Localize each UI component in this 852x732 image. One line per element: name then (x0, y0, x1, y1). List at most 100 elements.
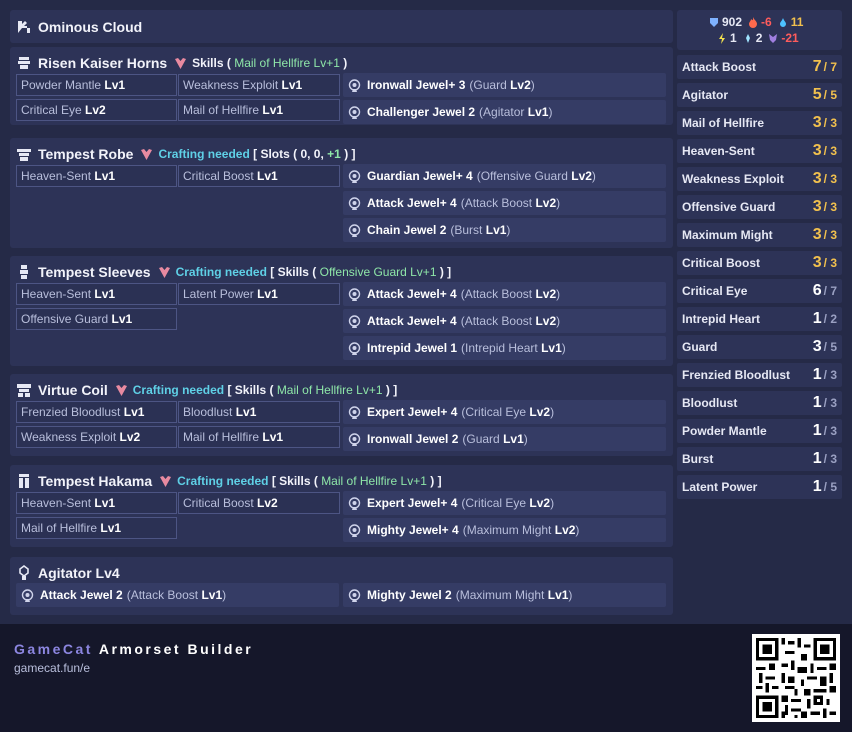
skill-box[interactable]: Critical Boost Lv1 (178, 165, 340, 187)
skill-level: Lv1 (94, 169, 116, 183)
skill-box[interactable]: Offensive Guard Lv1 (16, 308, 177, 330)
skill-total-row[interactable]: Critical Boost 3/ 3 (677, 251, 842, 275)
skill-total-name: Guard (682, 340, 718, 354)
skill-level-current: 1 (812, 394, 822, 411)
brand-title: GameCat Armorset Builder (14, 641, 253, 657)
decoration-slot[interactable]: Chain Jewel 2 (Burst Lv1) (343, 218, 666, 242)
skill-name: Weakness Exploit (183, 78, 279, 92)
skill-total-row[interactable]: Weakness Exploit 3/ 3 (677, 167, 842, 191)
skill-name: Critical Boost (183, 496, 254, 510)
skill-total-name: Latent Power (682, 480, 758, 494)
skill-total-level: 6/ 7 (813, 282, 837, 300)
skill-total-level: 3/ 5 (813, 338, 837, 356)
skill-box[interactable]: Mail of Hellfire Lv1 (16, 517, 177, 539)
skill-level-max: / 2 (823, 312, 837, 326)
jewel-slot-icon (347, 341, 362, 356)
skill-box[interactable]: Weakness Exploit Lv1 (178, 74, 340, 96)
skill-total-name: Maximum Might (682, 228, 773, 242)
skill-total-row[interactable]: Agitator 5/ 5 (677, 83, 842, 107)
skill-box[interactable]: Heaven-Sent Lv1 (16, 492, 177, 514)
skill-box[interactable]: Frenzied Bloodlust Lv1 (16, 401, 177, 423)
skill-level-current: 6 (812, 282, 822, 299)
decoration-slot[interactable]: Challenger Jewel 2 (Agitator Lv1) (343, 100, 666, 124)
brand-name: GameCat (14, 641, 93, 657)
jewel-level: Lv2 (535, 314, 557, 328)
skill-total-row[interactable]: Powder Mantle 1/ 3 (677, 419, 842, 443)
skill-total-row[interactable]: Offensive Guard 3/ 3 (677, 195, 842, 219)
skill-box[interactable]: Latent Power Lv1 (178, 283, 340, 305)
skill-total-row[interactable]: Bloodlust 1/ 3 (677, 391, 842, 415)
skill-box[interactable]: Weakness Exploit Lv2 (16, 426, 177, 448)
decoration-slot[interactable]: Attack Jewel+ 4 (Attack Boost Lv2) (343, 191, 666, 215)
skill-box[interactable]: Powder Mantle Lv1 (16, 74, 177, 96)
skill-box[interactable]: Heaven-Sent Lv1 (16, 283, 177, 305)
skill-name: Powder Mantle (21, 78, 102, 92)
meta-prefix: [ Slots ( 0, 0, (253, 147, 324, 161)
meta-suffix: ) ] (439, 265, 452, 279)
skill-level-max: / 3 (823, 172, 837, 186)
decoration-slot[interactable]: Intrepid Jewel 1 (Intrepid Heart Lv1) (343, 336, 666, 360)
skill-level: Lv1 (262, 103, 284, 117)
jewel-skill: Maximum Might (466, 523, 552, 537)
skill-level: Lv1 (111, 312, 133, 326)
skill-name: Offensive Guard (21, 312, 109, 326)
decoration-gem-icon (158, 266, 171, 279)
meta-skill: Mail of Hellfire Lv+1 (234, 56, 340, 70)
decoration-slot[interactable]: Expert Jewel+ 4 (Critical Eye Lv2) (343, 491, 666, 515)
skill-level: Lv1 (100, 521, 122, 535)
skill-total-row[interactable]: Heaven-Sent 3/ 3 (677, 139, 842, 163)
skill-level-max: / 5 (823, 88, 837, 102)
fire-value: -6 (761, 15, 772, 29)
ice-icon (743, 33, 753, 44)
skill-total-level: 3/ 3 (813, 254, 837, 272)
skill-total-row[interactable]: Intrepid Heart 1/ 2 (677, 307, 842, 331)
brand-url[interactable]: gamecat.fun/e (14, 661, 90, 675)
skill-level-current: 1 (812, 478, 822, 495)
armor-panel-chest: Tempest Robe Crafting needed [ Slots ( 0… (10, 138, 673, 248)
jewel-name: Ironwall Jewel+ 3 (367, 78, 466, 92)
decoration-slot[interactable]: Ironwall Jewel+ 3 (Guard Lv2) (343, 73, 666, 97)
skill-box[interactable]: Bloodlust Lv1 (178, 401, 340, 423)
skill-total-row[interactable]: Maximum Might 3/ 3 (677, 223, 842, 247)
skill-total-row[interactable]: Frenzied Bloodlust 1/ 3 (677, 363, 842, 387)
jewel-name: Attack Jewel+ 4 (367, 314, 457, 328)
decoration-slot[interactable]: Ironwall Jewel 2 (Guard Lv1) (343, 427, 666, 451)
skill-total-row[interactable]: Latent Power 1/ 5 (677, 475, 842, 499)
meta-suffix: ) ] (430, 474, 442, 488)
jewel-skill: Agitator (483, 105, 525, 119)
charm-icon (16, 565, 32, 581)
armor-name: Risen Kaiser Horns (38, 55, 168, 71)
jewel-skill: Critical Eye (465, 496, 527, 510)
skill-level-current: 1 (812, 310, 822, 327)
decoration-slot[interactable]: Mighty Jewel 2 (Maximum Might Lv1) (343, 583, 666, 607)
helm-icon (16, 55, 32, 71)
skill-total-row[interactable]: Burst 1/ 3 (677, 447, 842, 471)
skill-level-current: 1 (812, 366, 822, 383)
skill-box[interactable]: Critical Eye Lv2 (16, 99, 177, 121)
charm-name: Agitator Lv4 (38, 565, 120, 581)
meta-prefix: [ Skills ( (227, 383, 274, 397)
decoration-slot[interactable]: Expert Jewel+ 4 (Critical Eye Lv2) (343, 400, 666, 424)
skill-total-row[interactable]: Critical Eye 6/ 7 (677, 279, 842, 303)
jewel-slot-icon (20, 588, 35, 603)
armor-panel-arms: Tempest Sleeves Crafting needed [ Skills… (10, 256, 673, 366)
decoration-slot[interactable]: Guardian Jewel+ 4 (Offensive Guard Lv2) (343, 164, 666, 188)
skill-total-row[interactable]: Mail of Hellfire 3/ 3 (677, 111, 842, 135)
skill-level-current: 3 (812, 142, 822, 159)
meta-suffix: ) ] (385, 383, 398, 397)
armor-name: Tempest Hakama (38, 473, 153, 489)
decoration-slot[interactable]: Attack Jewel+ 4 (Attack Boost Lv2) (343, 282, 666, 306)
skill-level-max: / 7 (823, 284, 837, 298)
skill-box[interactable]: Heaven-Sent Lv1 (16, 165, 177, 187)
decoration-slot[interactable]: Attack Jewel+ 4 (Attack Boost Lv2) (343, 309, 666, 333)
decoration-slot[interactable]: Attack Jewel 2 (Attack Boost Lv1) (16, 583, 339, 607)
jewel-slot-icon (347, 432, 362, 447)
decoration-gem-icon (115, 384, 128, 397)
skill-box[interactable]: Mail of Hellfire Lv1 (178, 426, 340, 448)
decoration-slot[interactable]: Mighty Jewel+ 4 (Maximum Might Lv2) (343, 518, 666, 542)
skill-box[interactable]: Critical Boost Lv2 (178, 492, 340, 514)
skill-total-row[interactable]: Guard 3/ 5 (677, 335, 842, 359)
skill-box[interactable]: Mail of Hellfire Lv1 (178, 99, 340, 121)
skill-level: Lv1 (94, 287, 116, 301)
skill-total-row[interactable]: Attack Boost 7/ 7 (677, 55, 842, 79)
